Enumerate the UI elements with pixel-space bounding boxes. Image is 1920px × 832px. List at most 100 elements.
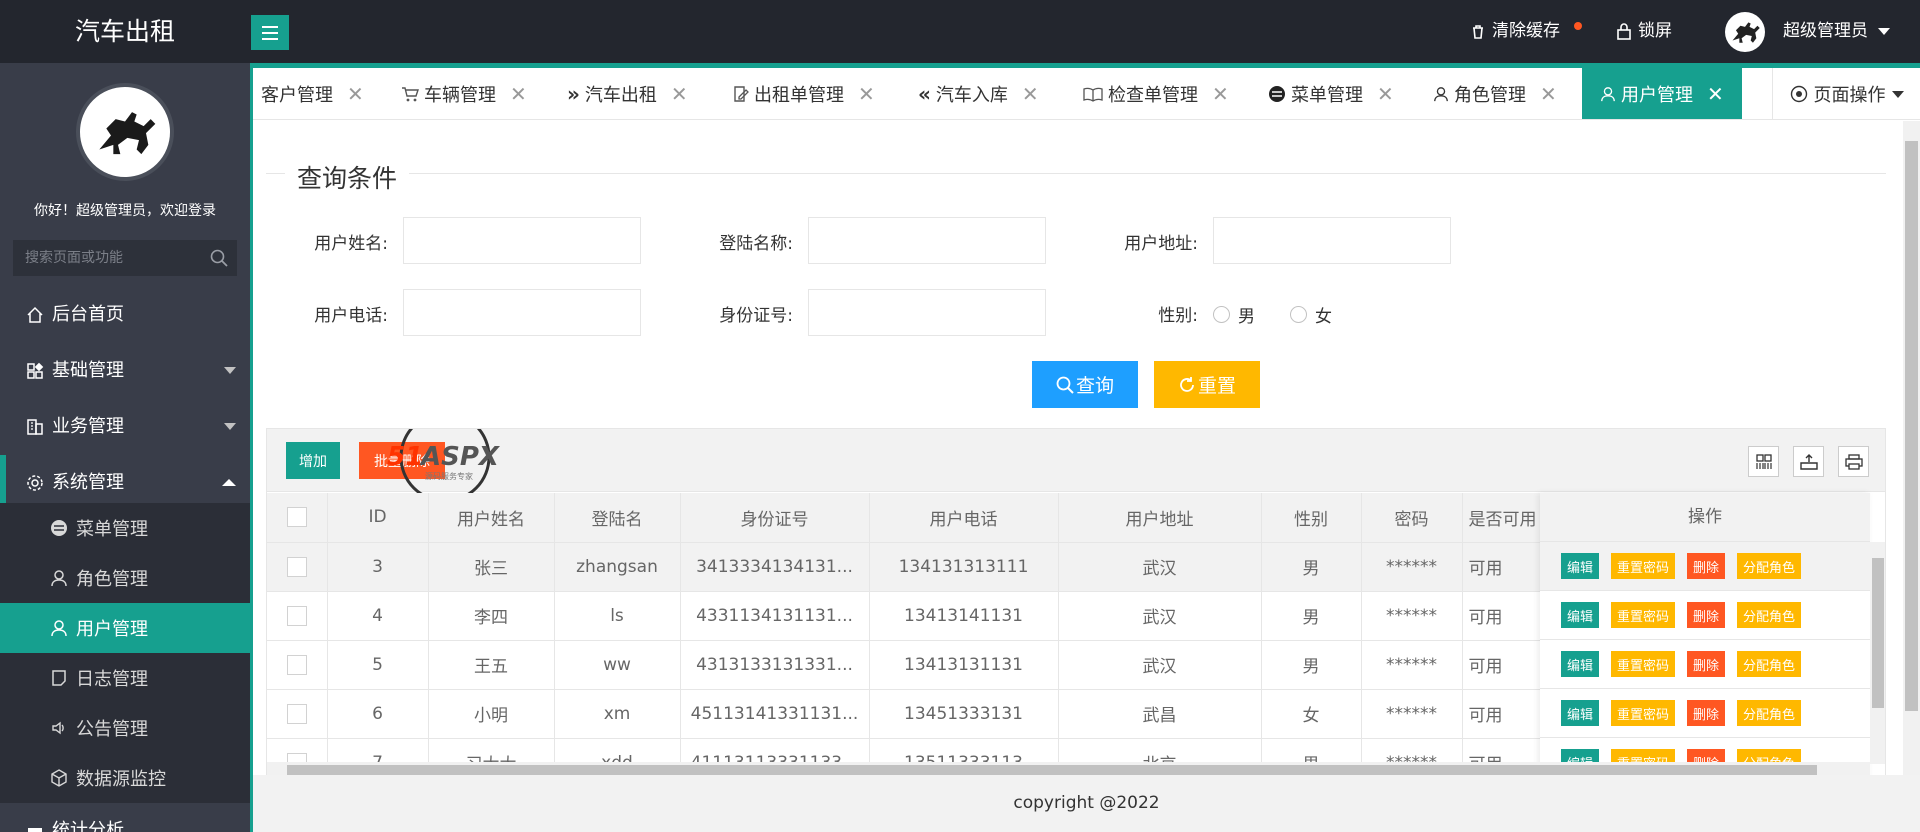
edit-button[interactable]: 编辑 bbox=[1561, 553, 1600, 579]
column-header[interactable]: 用户电话 bbox=[869, 493, 1059, 543]
tab-label: 菜单管理 bbox=[1291, 85, 1363, 106]
delete-button[interactable]: 删除 bbox=[1687, 651, 1726, 677]
close-icon[interactable]: ✕ bbox=[1377, 82, 1394, 106]
sidebar-item-menu[interactable]: 菜单管理 bbox=[0, 503, 250, 553]
reset-password-button[interactable]: 重置密码 bbox=[1611, 602, 1676, 628]
tab-user[interactable]: 用户管理 ✕ bbox=[1582, 68, 1742, 119]
delete-button[interactable]: 删除 bbox=[1687, 700, 1726, 726]
search-icon[interactable] bbox=[210, 249, 228, 267]
column-header[interactable]: 性别 bbox=[1261, 493, 1362, 543]
column-header[interactable]: 登陆名 bbox=[554, 493, 681, 543]
sidebar-item-user[interactable]: 用户管理 bbox=[0, 603, 250, 653]
scroll-thumb[interactable] bbox=[1905, 141, 1918, 711]
row-checkbox[interactable] bbox=[286, 703, 307, 724]
id-card-input[interactable] bbox=[808, 289, 1046, 336]
close-icon[interactable]: ✕ bbox=[347, 82, 364, 106]
assign-role-button[interactable]: 分配角色 bbox=[1737, 553, 1802, 579]
gender-male-radio[interactable]: 男 bbox=[1213, 302, 1255, 327]
table-row[interactable]: 4 李四 ls 4331134131131... 13413141131 武汉 … bbox=[267, 591, 1583, 641]
column-filter-icon[interactable] bbox=[1748, 446, 1779, 477]
cell-password: ****** bbox=[1361, 640, 1463, 690]
delete-button[interactable]: 删除 bbox=[1687, 602, 1726, 628]
sidebar-item-datasource[interactable]: 数据源监控 bbox=[0, 753, 250, 803]
sidebar-item-business[interactable]: 业务管理 bbox=[0, 399, 250, 455]
sidebar-item-notice[interactable]: 公告管理 bbox=[0, 703, 250, 753]
sidebar-sub-label: 公告管理 bbox=[76, 719, 148, 740]
tab-role[interactable]: 角色管理 ✕ bbox=[1433, 68, 1557, 119]
address-input[interactable] bbox=[1213, 217, 1451, 264]
assign-role-button[interactable]: 分配角色 bbox=[1737, 651, 1802, 677]
sidebar-item-home[interactable]: 后台首页 bbox=[0, 287, 250, 343]
column-header[interactable]: 用户姓名 bbox=[428, 493, 555, 543]
select-all-cell[interactable] bbox=[267, 493, 328, 543]
select-all-checkbox[interactable] bbox=[286, 507, 307, 528]
row-checkbox[interactable] bbox=[286, 605, 307, 626]
lock-icon bbox=[1617, 23, 1631, 40]
login-name-input[interactable] bbox=[808, 217, 1046, 264]
phone-input[interactable] bbox=[403, 289, 641, 336]
close-icon[interactable]: ✕ bbox=[858, 82, 875, 106]
search-button[interactable]: 查询 bbox=[1032, 361, 1138, 408]
sidebar-item-basic[interactable]: 基础管理 bbox=[0, 343, 250, 399]
close-icon[interactable]: ✕ bbox=[1212, 82, 1229, 106]
reset-button[interactable]: 重置 bbox=[1154, 361, 1260, 408]
clear-cache-button[interactable]: 清除缓存 bbox=[1470, 0, 1560, 63]
row-checkbox[interactable] bbox=[286, 654, 307, 675]
scroll-thumb[interactable] bbox=[287, 765, 1817, 775]
column-header[interactable]: 身份证号 bbox=[680, 493, 870, 543]
add-button[interactable]: 增加 bbox=[286, 442, 340, 479]
table-row[interactable]: 3 张三 zhangsan 3413334134131... 134131313… bbox=[267, 542, 1583, 592]
close-icon[interactable]: ✕ bbox=[1022, 82, 1039, 106]
edit-button[interactable]: 编辑 bbox=[1561, 651, 1600, 677]
sidebar-item-statistics[interactable]: 统计分析 bbox=[0, 803, 250, 832]
menu-toggle-button[interactable] bbox=[251, 15, 289, 50]
reset-password-button[interactable]: 重置密码 bbox=[1611, 651, 1676, 677]
ops-row: 编辑 重置密码 删除 分配角色 bbox=[1540, 689, 1870, 738]
lock-screen-button[interactable]: 锁屏 bbox=[1616, 0, 1672, 63]
page-vertical-scrollbar[interactable] bbox=[1903, 121, 1920, 775]
print-icon[interactable] bbox=[1838, 446, 1869, 477]
close-icon[interactable]: ✕ bbox=[671, 82, 688, 106]
row-checkbox[interactable] bbox=[286, 556, 307, 577]
ops-row: 编辑 重置密码 删除 分配角色 bbox=[1540, 591, 1870, 640]
assign-role-button[interactable]: 分配角色 bbox=[1737, 700, 1802, 726]
close-icon[interactable]: ✕ bbox=[1707, 82, 1724, 106]
edit-button[interactable]: 编辑 bbox=[1561, 700, 1600, 726]
cell-idcard: 4331134131131... bbox=[680, 591, 870, 641]
user-name-input[interactable] bbox=[403, 217, 641, 264]
tab-stock-in[interactable]: « 汽车入库 ✕ bbox=[918, 68, 1039, 119]
close-icon[interactable]: ✕ bbox=[1540, 82, 1557, 106]
gender-female-radio[interactable]: 女 bbox=[1290, 302, 1332, 327]
tab-menu[interactable]: 菜单管理 ✕ bbox=[1268, 68, 1394, 119]
user-menu[interactable]: 超级管理员 bbox=[1725, 0, 1890, 63]
table-row[interactable]: 6 小明 xm 45113141331131... 13451333131 武昌… bbox=[267, 689, 1583, 739]
sidebar-search-input[interactable]: 搜索页面或功能 bbox=[13, 240, 237, 276]
tab-customer[interactable]: 客户管理 ✕ bbox=[261, 68, 364, 119]
reset-password-button[interactable]: 重置密码 bbox=[1611, 700, 1676, 726]
tab-vehicle[interactable]: 车辆管理 ✕ bbox=[401, 68, 527, 119]
tab-rent[interactable]: » 汽车出租 ✕ bbox=[567, 68, 688, 119]
edit-button[interactable]: 编辑 bbox=[1561, 602, 1600, 628]
male-label: 男 bbox=[1238, 307, 1255, 327]
column-header[interactable]: 用户地址 bbox=[1058, 493, 1262, 543]
column-header[interactable]: 密码 bbox=[1361, 493, 1463, 543]
export-icon[interactable] bbox=[1793, 446, 1824, 477]
batch-delete-button[interactable]: 批量删除 bbox=[359, 442, 445, 479]
tab-rental-order[interactable]: 出租单管理 ✕ bbox=[733, 68, 875, 119]
tab-check-order[interactable]: 检查单管理 ✕ bbox=[1083, 68, 1229, 119]
scroll-thumb[interactable] bbox=[1872, 558, 1884, 708]
sidebar-item-role[interactable]: 角色管理 bbox=[0, 553, 250, 603]
table-vertical-scrollbar[interactable] bbox=[1870, 542, 1885, 764]
page-operations-dropdown[interactable]: 页面操作 bbox=[1772, 68, 1920, 119]
delete-button[interactable]: 删除 bbox=[1687, 553, 1726, 579]
app-title[interactable]: 汽车出租 bbox=[0, 0, 250, 63]
sidebar-item-log[interactable]: 日志管理 bbox=[0, 653, 250, 703]
table-row[interactable]: 5 王五 ww 4313133131331... 13413131131 武汉 … bbox=[267, 640, 1583, 690]
female-label: 女 bbox=[1315, 307, 1332, 327]
grid-icon bbox=[24, 360, 46, 382]
close-icon[interactable]: ✕ bbox=[510, 82, 527, 106]
column-header[interactable]: ID bbox=[327, 493, 429, 543]
gear-icon bbox=[24, 472, 46, 494]
reset-password-button[interactable]: 重置密码 bbox=[1611, 553, 1676, 579]
assign-role-button[interactable]: 分配角色 bbox=[1737, 602, 1802, 628]
